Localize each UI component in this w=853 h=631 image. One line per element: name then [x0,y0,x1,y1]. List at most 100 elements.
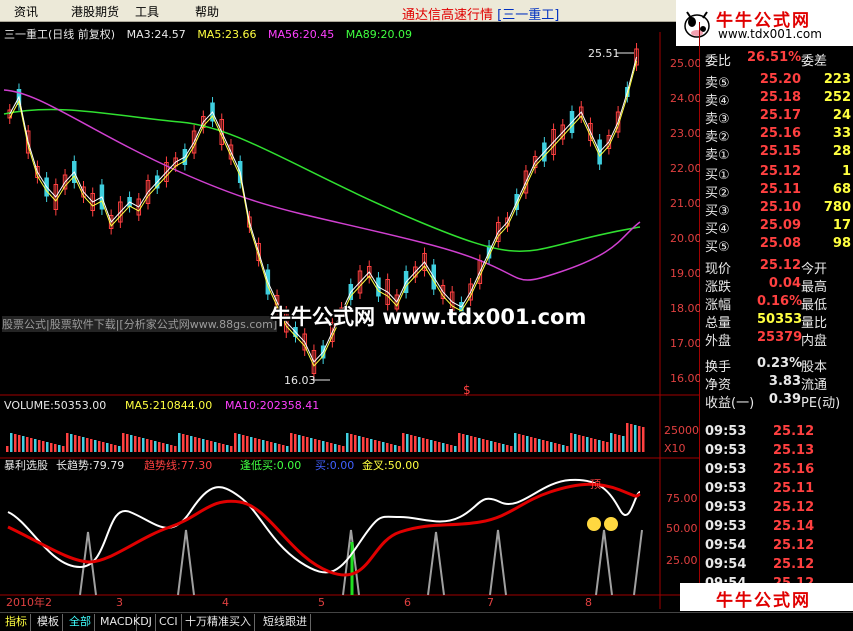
volume-bar [382,442,385,452]
volume-bar [50,443,53,452]
volume-bar [314,439,317,452]
volume-bar [118,446,121,452]
volume-bar [286,446,289,452]
volume-bar [154,441,157,452]
volume-bar [186,435,189,452]
volume-bar [6,446,9,452]
volume-bar [354,435,357,452]
golden-cross-label: 金叉:50.00 [362,458,419,472]
tick-row: 09:53 25.12 [705,424,815,439]
ma56-line [3,89,641,281]
y-tick: 20.00 [670,232,700,245]
volume-bar [478,438,481,452]
tab-all[interactable]: 全部 [66,614,95,631]
trend-line [7,482,641,577]
tab-short-follow[interactable]: 短线跟进 [260,614,311,631]
volume-bar [274,443,277,452]
tick-row: 09:53 25.16 [705,462,815,477]
volume-bar [86,438,89,452]
volume-bar [282,445,285,452]
volume-bar [542,440,545,452]
volume-bar [146,439,149,452]
volume-bar [38,440,41,452]
volume-bar [398,446,401,452]
site-logo-bottom: 牛牛公式网 [680,583,853,611]
tab-precise-buy[interactable]: 十万精准买入 [182,614,255,631]
volume-bar [558,444,561,452]
tab-cci[interactable]: CCI [156,614,182,631]
volume-bar [482,439,485,452]
indicator-tabs: 指标 模板 全部 MACD KDJ CCI 十万精准买入 短线跟进 [0,612,853,631]
volume-bar [510,446,513,452]
volume-bar [334,444,337,452]
stat-row: 涨跌 0.04 最高 [705,276,828,295]
volume-unit: X10 [664,442,686,455]
menu-hk-futures[interactable]: 港股期货 [71,3,119,20]
low-buy-label: 逢低买:0.00 [240,459,301,472]
volume-bar [366,438,369,452]
volume-bar [62,446,65,452]
stat-row: 外盘 25379 内盘 [705,330,828,349]
volume-bar [122,433,125,452]
date-label: 6 [404,596,411,609]
volume-bar [426,439,429,452]
volume-bar [614,434,617,452]
volume-bar [602,441,605,452]
top-label: 顶 [590,478,601,491]
volume-bar [110,444,113,452]
volume-bar [506,445,509,452]
trend-line-label: 趋势线:77.30 [144,458,212,472]
volume-bar [578,435,581,452]
stat-row: 现价 25.12 今开 [705,258,828,277]
volume-bar [42,441,45,452]
volume-bar [194,437,197,452]
volume-bar [302,436,305,452]
volume-bar [570,433,573,452]
volume-bar [150,440,153,452]
volume-bar [370,439,373,452]
volume-bar [434,441,437,452]
volume-bar [546,441,549,452]
volume-bar [126,434,129,452]
menu-help[interactable]: 帮助 [195,3,219,20]
volume-bar [414,436,417,452]
volume-bar [278,444,281,452]
tab-indicator[interactable]: 指标 [2,614,31,631]
tab-template[interactable]: 模板 [34,614,63,631]
volume-bar [394,445,397,452]
logo-url: www.tdx001.com [718,27,822,41]
volume-bar [466,435,469,452]
date-axis: 2010年2 3 4 5 6 7 8 [6,595,592,609]
buy-signal-marker: $ [463,383,471,397]
volume-bar [90,439,93,452]
tab-kdj[interactable]: KDJ [130,614,156,631]
buy-label: 买:0.00 [315,459,354,472]
menu-tools[interactable]: 工具 [135,3,159,20]
volume-bar [490,441,493,452]
volume-bar [226,445,229,452]
y-tick: 19.00 [670,267,700,280]
volume-bar [550,442,553,452]
volume-label: VOLUME:50353.00 [4,399,106,412]
window-title: 通达信高速行情 [三一重工] [402,8,560,23]
main-y-axis: 25.00 24.00 23.00 22.00 21.00 20.00 19.0… [670,57,700,385]
menu-info[interactable]: 资讯 [14,3,38,20]
volume-bar [374,440,377,452]
volume-bar [326,442,329,452]
volume-bar [350,434,353,452]
volume-bar [94,440,97,452]
weibi-row: 委比 26.51% 委差 [705,50,828,69]
stat-row: 净资 3.83 流通 [705,374,828,393]
smiley-icon [604,517,618,531]
volume-bar [14,434,17,452]
volume-bar [386,443,389,452]
tick-row: 09:53 25.14 [705,519,815,534]
volume-bar [222,444,225,452]
y-tick: 22.00 [670,162,700,175]
volume-bar [390,444,393,452]
volume-bar [378,441,381,452]
quote-row: 卖① 25.15 28 [705,144,851,163]
volume-bar [538,439,541,452]
volume-bar [106,443,109,452]
volume-bar [406,434,409,452]
